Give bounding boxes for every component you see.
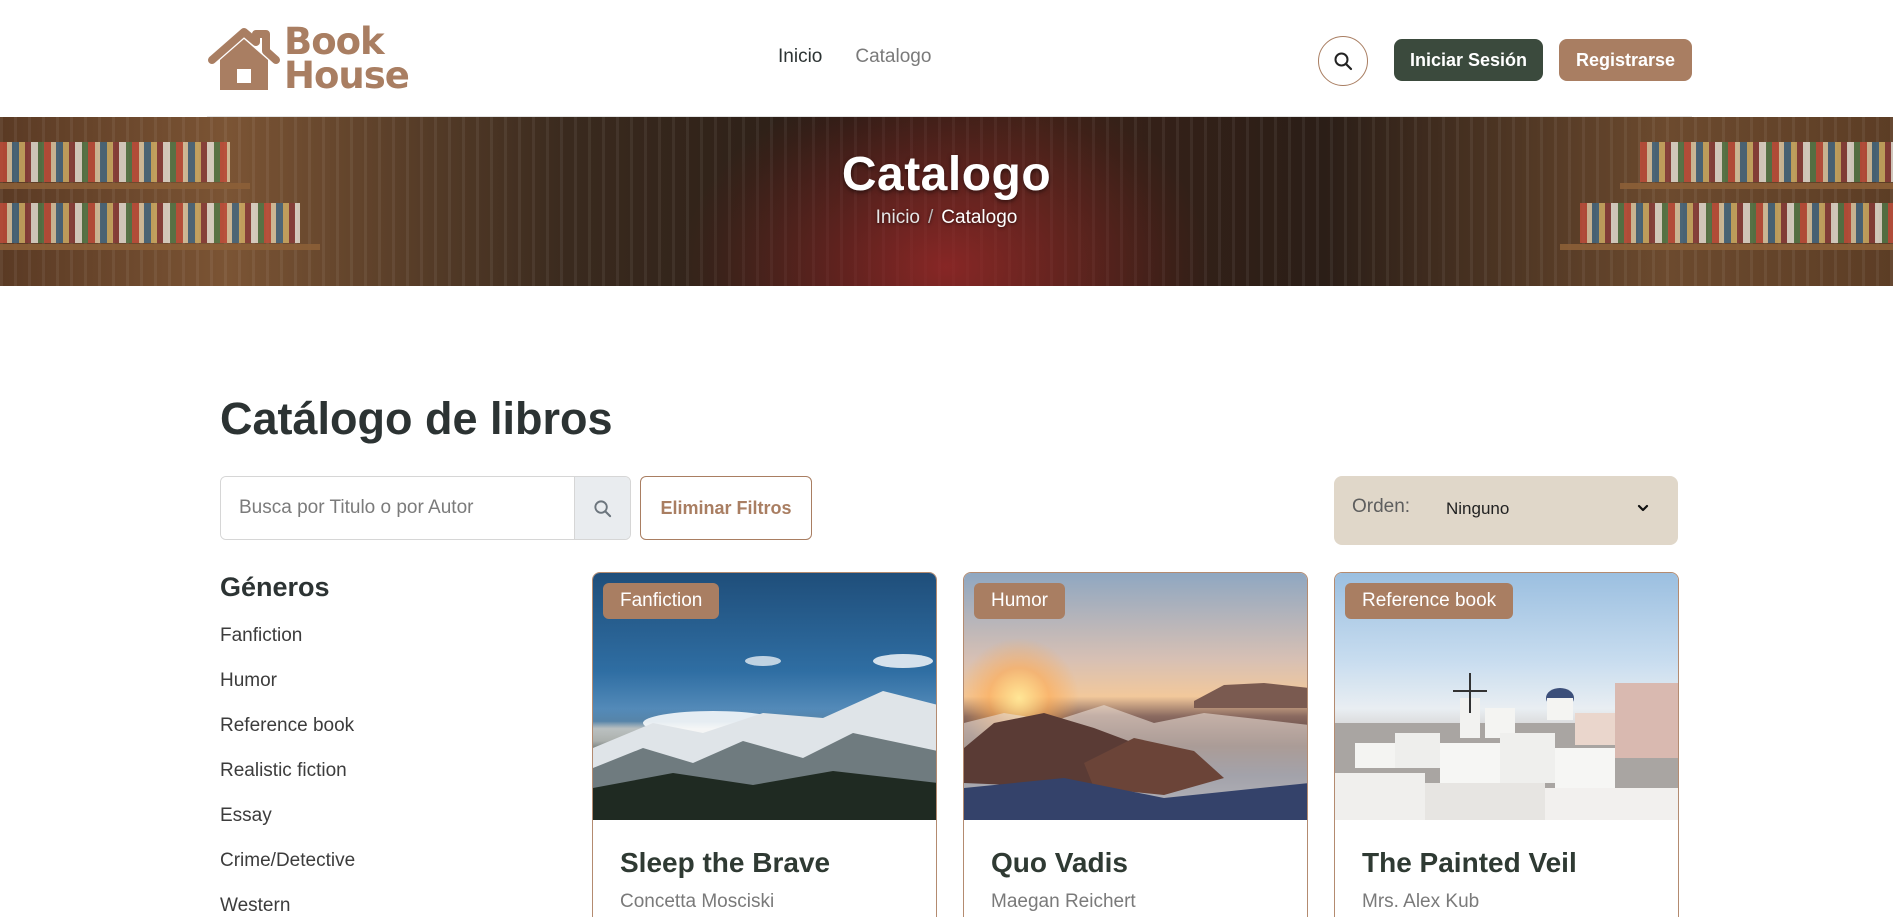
breadcrumb-current: Catalogo bbox=[941, 207, 1018, 228]
brand-line-2: House bbox=[284, 54, 410, 97]
genre-badge: Fanfiction bbox=[603, 583, 720, 619]
nav-link-inicio[interactable]: Inicio bbox=[778, 46, 822, 68]
book-card[interactable]: Fanfiction Sleep the Brave Concetta Mosc… bbox=[592, 572, 937, 917]
book-author: Mrs. Alex Kub bbox=[1362, 891, 1480, 912]
book-author: Concetta Mosciski bbox=[620, 891, 775, 912]
catalog-search bbox=[220, 476, 631, 540]
genre-item-humor[interactable]: Humor bbox=[220, 669, 355, 714]
hero-banner: Catalogo Inicio / Catalogo bbox=[0, 117, 1893, 286]
site-header: Book House Inicio Catalogo Iniciar Sesió… bbox=[0, 0, 1893, 117]
genre-list: Fanfiction Humor Reference book Realisti… bbox=[220, 624, 355, 917]
sort-selected-value: Ninguno bbox=[1446, 499, 1510, 518]
book-title[interactable]: The Painted Veil bbox=[1362, 847, 1577, 879]
search-icon bbox=[594, 499, 612, 517]
header-search-button[interactable] bbox=[1318, 36, 1368, 86]
brand-name: Book House bbox=[284, 23, 410, 97]
genre-item-realistic-fiction[interactable]: Realistic fiction bbox=[220, 759, 355, 804]
genre-item-reference-book[interactable]: Reference book bbox=[220, 714, 355, 759]
search-icon bbox=[1334, 52, 1353, 71]
clear-filters-button[interactable]: Eliminar Filtros bbox=[640, 476, 812, 540]
book-title[interactable]: Quo Vadis bbox=[991, 847, 1128, 879]
genre-item-fanfiction[interactable]: Fanfiction bbox=[220, 624, 355, 669]
nav-link-catalogo[interactable]: Catalogo bbox=[855, 46, 931, 68]
book-cover-image: Reference book bbox=[1335, 573, 1678, 820]
book-card[interactable]: Humor Quo Vadis Maegan Reichert bbox=[963, 572, 1308, 917]
search-submit-button[interactable] bbox=[574, 477, 630, 539]
genre-item-crime-detective[interactable]: Crime/Detective bbox=[220, 849, 355, 894]
page-title: Catálogo de libros bbox=[220, 393, 613, 444]
genre-item-essay[interactable]: Essay bbox=[220, 804, 355, 849]
search-input[interactable] bbox=[221, 477, 574, 539]
login-button[interactable]: Iniciar Sesión bbox=[1394, 39, 1543, 81]
sort-select[interactable]: Ninguno bbox=[1446, 499, 1660, 523]
house-icon bbox=[208, 28, 280, 90]
breadcrumb-separator: / bbox=[928, 207, 934, 228]
genre-badge: Reference book bbox=[1345, 583, 1514, 619]
register-button[interactable]: Registrarse bbox=[1559, 39, 1692, 81]
sort-label: Orden: bbox=[1352, 496, 1411, 517]
book-author: Maegan Reichert bbox=[991, 891, 1136, 912]
main-nav: Inicio Catalogo bbox=[778, 46, 931, 68]
genre-badge: Humor bbox=[974, 583, 1066, 619]
book-cover-image: Fanfiction bbox=[593, 573, 936, 820]
genres-title: Géneros bbox=[220, 572, 330, 602]
hero-title: Catalogo bbox=[841, 148, 1052, 201]
breadcrumb: Inicio / Catalogo bbox=[0, 207, 1893, 229]
sort-control: Orden: Ninguno bbox=[1334, 476, 1678, 545]
book-cover-image: Humor bbox=[964, 573, 1307, 820]
brand-logo[interactable]: Book House bbox=[206, 23, 410, 97]
book-title[interactable]: Sleep the Brave bbox=[620, 847, 830, 879]
breadcrumb-home[interactable]: Inicio bbox=[876, 207, 920, 228]
chevron-down-icon bbox=[1637, 504, 1649, 512]
genre-item-western[interactable]: Western bbox=[220, 894, 355, 917]
hero-shelf-right-2 bbox=[1560, 244, 1893, 250]
hero-shelf-left-2 bbox=[0, 244, 320, 250]
book-card[interactable]: Reference book The Painted Veil Mrs. Ale… bbox=[1334, 572, 1679, 917]
